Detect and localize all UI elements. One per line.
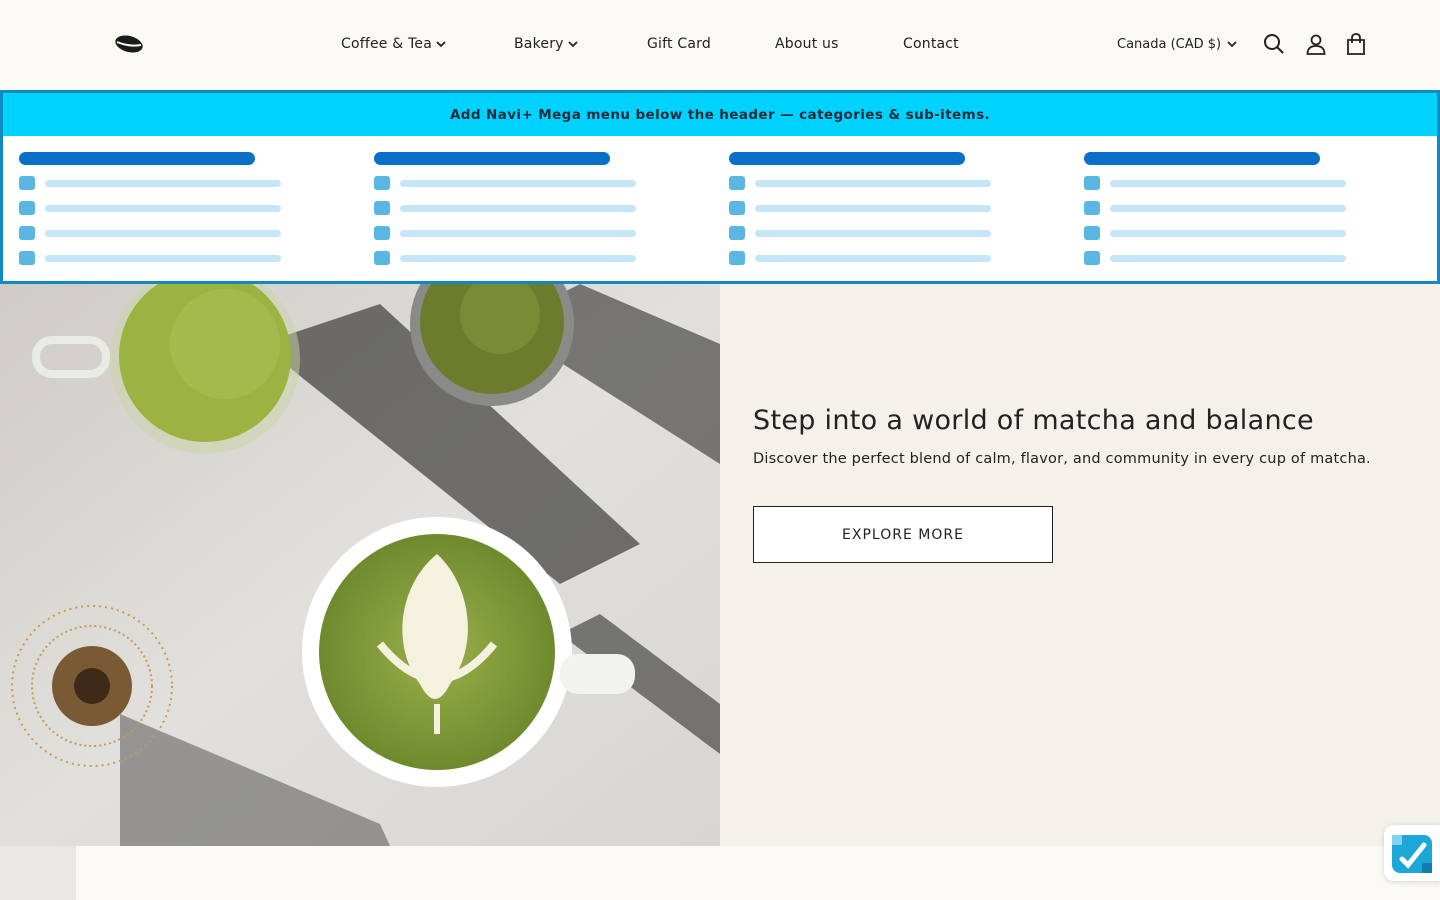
nav-about-us[interactable]: About us (775, 35, 839, 53)
nav-label: Bakery (514, 36, 564, 52)
country-selector[interactable]: Canada (CAD $) (1117, 35, 1237, 53)
site-header: Coffee & Tea Bakery Gift Card About us C… (0, 0, 1440, 90)
mega-menu-subitem-placeholder (729, 251, 999, 265)
mega-menu-column (1084, 152, 1354, 265)
mega-menu-category-placeholder (729, 152, 965, 165)
nav-bakery[interactable]: Bakery (514, 35, 578, 53)
mega-menu-subitem-placeholder (729, 226, 999, 240)
mega-menu-subitem-placeholder (19, 226, 289, 240)
account-icon[interactable] (1304, 32, 1328, 56)
chevron-down-icon (436, 41, 446, 48)
cart-icon[interactable] (1344, 32, 1368, 56)
nav-gift-card[interactable]: Gift Card (647, 35, 711, 53)
mega-menu-category-placeholder (374, 152, 610, 165)
mega-menu-banner-text: Add Navi+ Mega menu below the header — c… (449, 106, 991, 123)
mega-menu-column (19, 152, 289, 265)
nav-label: About us (775, 36, 839, 52)
mega-menu-banner: Add Navi+ Mega menu below the header — c… (3, 93, 1437, 136)
mega-menu-category-placeholder (19, 152, 255, 165)
mega-menu-subitem-placeholder (729, 201, 999, 215)
next-section (0, 846, 1440, 900)
next-section-thumbnail (0, 846, 76, 900)
coffee-bean-icon[interactable] (114, 33, 144, 55)
nav-coffee-tea[interactable]: Coffee & Tea (341, 35, 446, 53)
accessibility-hand-icon (1392, 835, 1432, 873)
nav-label: Contact (903, 36, 959, 52)
explore-more-button[interactable]: EXPLORE MORE (753, 506, 1053, 563)
mega-menu-subitem-placeholder (374, 251, 644, 265)
country-label: Canada (CAD $) (1117, 36, 1222, 52)
matcha-photo (0, 284, 720, 846)
explore-more-button-label: EXPLORE MORE (842, 526, 964, 543)
mega-menu-subitem-placeholder (19, 201, 289, 215)
mega-menu-column (729, 152, 999, 265)
mega-menu-subitem-placeholder (19, 251, 289, 265)
chevron-down-icon (568, 41, 578, 48)
search-icon[interactable] (1262, 32, 1286, 56)
mega-menu-subitem-placeholder (1084, 176, 1354, 190)
mega-menu-subitem-placeholder (1084, 201, 1354, 215)
chevron-down-icon (1227, 41, 1237, 48)
mega-menu-subitem-placeholder (1084, 226, 1354, 240)
hero-image (0, 284, 720, 846)
nav-contact[interactable]: Contact (903, 35, 959, 53)
mega-menu-subitem-placeholder (1084, 251, 1354, 265)
hero-title: Step into a world of matcha and balance (753, 405, 1314, 436)
hero-subtitle: Discover the perfect blend of calm, flav… (753, 451, 1371, 467)
nav-label: Gift Card (647, 36, 711, 52)
accessibility-widget-button[interactable] (1384, 825, 1440, 881)
mega-menu-subitem-placeholder (374, 201, 644, 215)
mega-menu-placeholder: Add Navi+ Mega menu below the header — c… (0, 90, 1440, 284)
hero-content-panel (720, 284, 1440, 846)
mega-menu-subitem-placeholder (19, 176, 289, 190)
mega-menu-category-placeholder (1084, 152, 1320, 165)
mega-menu-subitem-placeholder (729, 176, 999, 190)
mega-menu-subitem-placeholder (374, 176, 644, 190)
mega-menu-column (374, 152, 644, 265)
mega-menu-subitem-placeholder (374, 226, 644, 240)
nav-label: Coffee & Tea (341, 36, 433, 52)
